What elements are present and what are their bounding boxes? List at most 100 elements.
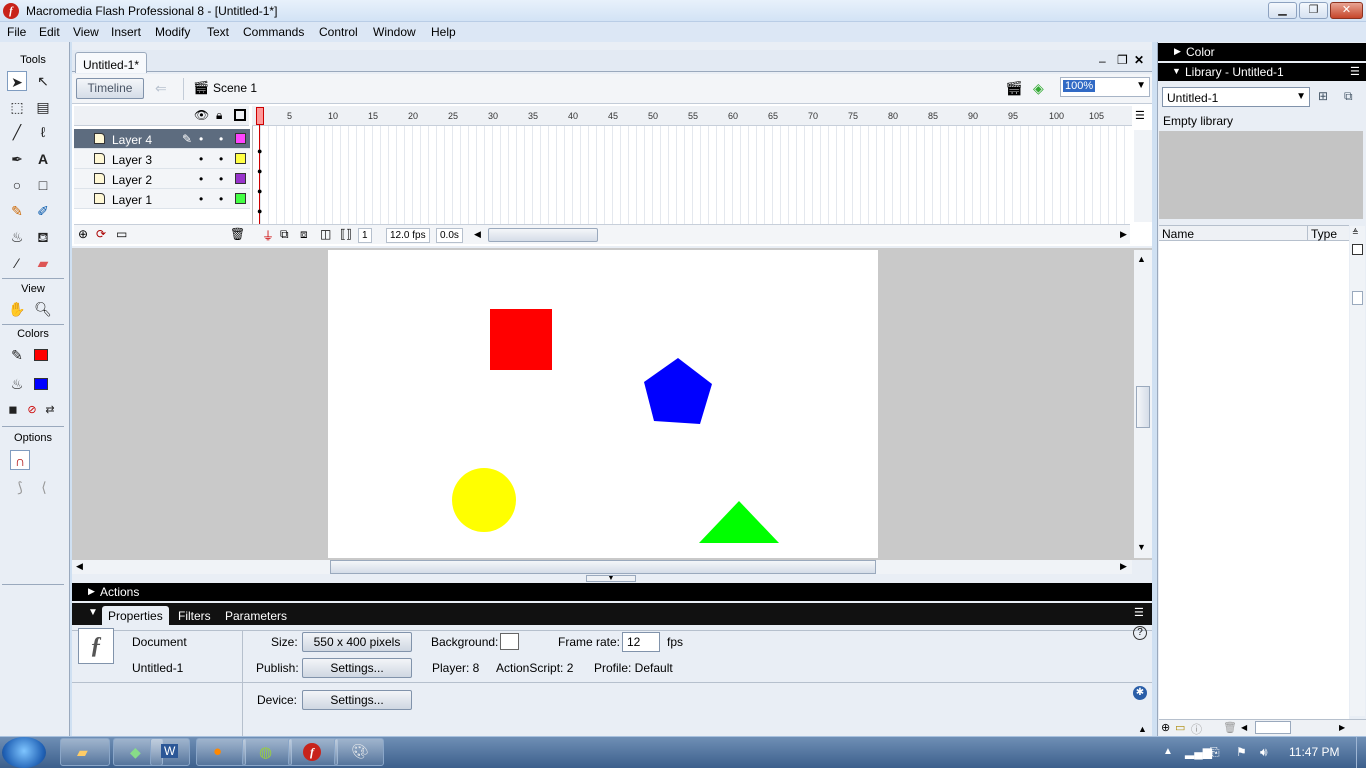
swap-colors-icon[interactable]: ⇄ (40, 400, 60, 420)
new-library-panel-icon[interactable]: ⧉ (1344, 89, 1353, 104)
actions-panel-header[interactable]: ▶ Actions (72, 583, 1152, 601)
minimize-button[interactable]: ▁ (1268, 2, 1297, 19)
lock-icon[interactable]: 🔒︎ (216, 108, 222, 123)
eraser-tool-icon[interactable]: ▰ (33, 253, 53, 273)
scene-label[interactable]: Scene 1 (213, 81, 257, 95)
paint-bucket-tool-icon[interactable]: ⛾ (33, 227, 53, 247)
insert-layer-icon[interactable]: ⊕ (78, 227, 88, 241)
menu-commands[interactable]: Commands (243, 25, 304, 39)
menu-view[interactable]: View (73, 25, 99, 39)
menu-edit[interactable]: Edit (39, 25, 60, 39)
paint-taskbar-button[interactable]: 🎨︎ (334, 738, 384, 766)
outline-icon[interactable] (234, 109, 246, 121)
doc-minimize-icon[interactable]: ‒ (1099, 54, 1106, 68)
edit-scene-icon[interactable]: 🎬︎ (1005, 80, 1023, 97)
menu-window[interactable]: Window (373, 25, 416, 39)
library-menu-icon[interactable]: ☰ (1350, 65, 1360, 78)
lasso-tool-icon[interactable]: ℓ (33, 122, 53, 142)
selection-tool-icon[interactable]: ➤ (7, 71, 27, 91)
playhead[interactable]: ● ● ● ● (256, 107, 264, 225)
fill-transform-tool-icon[interactable]: ▤ (33, 97, 53, 117)
yellow-circle[interactable] (452, 468, 516, 532)
scroll-left-icon[interactable]: ◀ (474, 229, 481, 240)
library-h-scroll-thumb[interactable] (1255, 721, 1291, 734)
zoom-tool-icon[interactable]: 🔍︎ (33, 299, 53, 319)
layer-row-2[interactable]: Layer 2 • • (74, 169, 250, 189)
column-type[interactable]: Type (1311, 227, 1337, 241)
doc-close-icon[interactable]: ✕ (1134, 53, 1144, 67)
publish-settings-button[interactable]: Settings... (302, 658, 412, 678)
free-transform-tool-icon[interactable]: ⬚ (7, 97, 27, 117)
show-desktop-button[interactable] (1356, 737, 1366, 768)
layer-row-4[interactable]: Layer 4 ✎ • • (74, 129, 250, 149)
collapse-properties-icon[interactable]: ▲ (1138, 724, 1147, 734)
back-arrow-icon[interactable]: ⇐ (155, 80, 167, 97)
timeline-vertical-scrollbar[interactable] (1134, 130, 1152, 222)
library-panel-header[interactable]: ▼ Library - Untitled-1 ☰ (1158, 63, 1366, 81)
show-hide-eye-icon[interactable]: 👁︎ (194, 108, 209, 122)
snap-to-objects-icon[interactable]: ∩ (10, 450, 30, 470)
doc-restore-icon[interactable]: ❐ (1117, 53, 1128, 67)
pen-tool-icon[interactable]: ✒ (7, 149, 27, 169)
timeline-menu-icon[interactable]: ☰ (1135, 109, 1145, 122)
clock[interactable]: 11:47 PM (1289, 745, 1339, 759)
onion-outline-icon[interactable]: ⧈ (300, 227, 308, 242)
layer-color-swatch[interactable] (235, 133, 246, 144)
center-frame-icon[interactable]: ⏚ (262, 227, 274, 244)
subselection-tool-icon[interactable]: ↖ (33, 71, 53, 91)
menu-insert[interactable]: Insert (111, 25, 141, 39)
delete-layer-icon[interactable]: 🗑︎ (230, 227, 245, 241)
stage-vertical-scrollbar[interactable]: ▲ ▼ (1134, 250, 1152, 558)
accessibility-icon[interactable]: ✱ (1133, 686, 1147, 700)
flash-taskbar-button[interactable]: f (288, 738, 338, 766)
fill-color-swatch[interactable] (34, 378, 48, 390)
no-color-icon[interactable]: ⊘ (22, 400, 42, 420)
layer-row-3[interactable]: Layer 3 • • (74, 149, 250, 169)
close-button[interactable]: ✕ (1330, 2, 1363, 19)
menu-file[interactable]: File (7, 25, 26, 39)
layer-row-1[interactable]: Layer 1 • • (74, 189, 250, 209)
word-taskbar-button[interactable]: W (150, 738, 190, 766)
wide-view-icon[interactable] (1352, 244, 1363, 255)
menu-text[interactable]: Text (207, 25, 229, 39)
background-color-swatch[interactable] (500, 633, 519, 650)
properties-icon[interactable]: ⓘ (1191, 721, 1202, 737)
edit-symbols-icon[interactable]: ◈ (1033, 80, 1044, 97)
stage-h-scroll-thumb[interactable] (330, 560, 876, 574)
brush-tool-icon[interactable]: ✐ (33, 201, 53, 221)
color-panel-header[interactable]: ▶ Color (1158, 43, 1366, 61)
library-scroll-thumb[interactable] (1352, 291, 1363, 305)
help-icon[interactable]: ? (1133, 626, 1147, 640)
new-symbol-icon[interactable]: ⊕ (1161, 721, 1170, 734)
firefox-taskbar-button[interactable]: ● (196, 738, 246, 766)
rectangle-tool-icon[interactable]: □ (33, 175, 53, 195)
device-settings-button[interactable]: Settings... (302, 690, 412, 710)
zoom-select[interactable]: 100% ▼ (1060, 77, 1150, 97)
black-white-icon[interactable]: ◼ (3, 400, 23, 420)
blue-pentagon[interactable] (642, 357, 714, 425)
collapse-panels-handle[interactable]: ▼ (586, 575, 636, 582)
line-tool-icon[interactable]: ╱ (7, 122, 27, 142)
menu-modify[interactable]: Modify (155, 25, 190, 39)
tab-properties[interactable]: Properties (102, 606, 169, 625)
edit-multiple-frames-icon[interactable]: ◫ (320, 227, 331, 241)
stage[interactable] (328, 250, 878, 558)
timeline-h-scroll-thumb[interactable] (488, 228, 598, 242)
smooth-icon[interactable]: ⟆ (10, 477, 30, 497)
straighten-icon[interactable]: ⟨ (34, 477, 54, 497)
restore-button[interactable]: ❐ (1299, 2, 1328, 19)
explorer-taskbar-button[interactable]: ▰ (60, 738, 110, 766)
ink-bottle-tool-icon[interactable]: ♨ (7, 227, 27, 247)
column-name[interactable]: Name (1162, 227, 1194, 241)
signal-icon[interactable]: ▂▄▆ (1185, 745, 1212, 759)
text-tool-icon[interactable]: A (33, 149, 53, 169)
timeline-toggle-button[interactable]: Timeline (76, 78, 144, 99)
layer-color-swatch[interactable] (235, 153, 246, 164)
size-button[interactable]: 550 x 400 pixels (302, 632, 412, 652)
layer-color-swatch[interactable] (235, 193, 246, 204)
new-folder-icon[interactable]: ▭ (1175, 721, 1185, 734)
menu-control[interactable]: Control (319, 25, 358, 39)
app2-taskbar-button[interactable]: ◍ (242, 738, 292, 766)
layer-color-swatch[interactable] (235, 173, 246, 184)
tab-filters[interactable]: Filters (172, 606, 217, 625)
